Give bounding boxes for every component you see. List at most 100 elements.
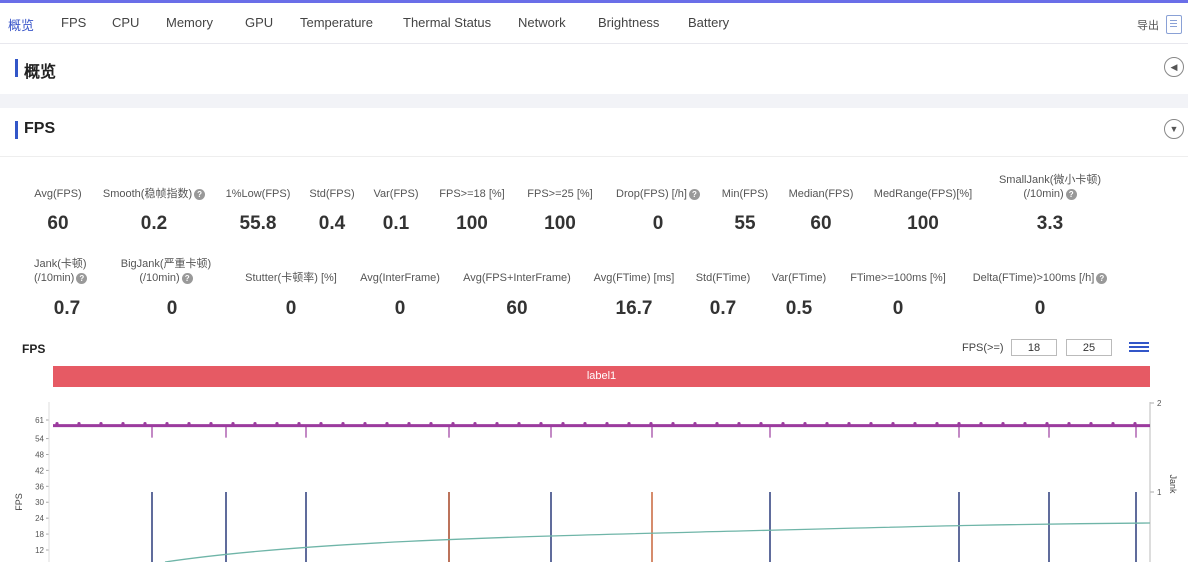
tab-brightness[interactable]: Brightness [598,15,659,30]
y-tick-label: 24 [35,514,44,523]
metric-label: Jank(卡顿) (/10min)? [34,258,88,284]
fps-point [1133,422,1137,426]
section-accent-bar [15,121,18,139]
metric-label: Std(FTime) [695,272,751,284]
fps-point [55,422,59,426]
metric-value: 0 [892,298,904,319]
fps-point [1067,422,1071,426]
y-tick-label: 18 [35,530,44,539]
fps-point [1111,422,1115,426]
metric-label: Std(FPS) [309,188,355,200]
tab-temperature[interactable]: Temperature [300,15,373,30]
fps-point [1089,422,1093,426]
metric-label: FPS>=18 [%] [439,188,505,200]
fps-point [803,422,807,426]
fps-point [187,422,191,426]
metric-label: Avg(InterFrame) [360,272,440,284]
metric-value: 0.2 [140,213,168,234]
metric-label: Drop(FPS) [/h]? [608,187,708,201]
fps-point [847,422,851,426]
metric-value: 100 [544,213,576,234]
fps-point [649,422,653,426]
fps-point [165,422,169,426]
fps-point [781,422,785,426]
metric-value: 60 [47,213,69,234]
metric-label: Avg(FPS) [34,188,82,200]
fps-section-title: FPS [24,120,56,137]
help-icon[interactable]: ? [194,188,206,200]
fps-point [319,422,323,426]
chevron-left-icon[interactable]: ◀ [1164,57,1184,77]
metric-value: 0 [1034,298,1046,319]
fps-point [957,422,961,426]
apply-threshold-icon[interactable] [1129,342,1149,353]
help-icon[interactable]: ? [1096,272,1108,284]
fps-point [561,422,565,426]
metric-label: SmallJank(微小卡顿) (/10min)? [998,174,1102,200]
metric-value: 0 [394,298,406,319]
fps-point [121,422,125,426]
fps-point [99,422,103,426]
metric-label: Smooth(稳帧指数)? [96,187,212,201]
fps-point [275,422,279,426]
threshold-high-input[interactable]: 25 [1066,339,1112,356]
metric-label: Min(FPS) [721,188,769,200]
fps-point [253,422,257,426]
fps-chart: 61 54 48 42 36 30 24 18 12 2 1 FPS Jank [14,399,1178,562]
fps-point [429,422,433,426]
export-button[interactable]: 导出 [1137,17,1159,33]
metric-value: 60 [506,298,528,319]
y-tick-label: 48 [35,450,44,459]
export-file-icon[interactable] [1166,15,1182,34]
fps-point [825,422,829,426]
fps-point [363,422,367,426]
metric-label: Var(FPS) [373,188,419,200]
fps-point [143,422,147,426]
overview-title: 概览 [24,64,57,81]
y2-tick-label: 1 [1157,488,1162,497]
metric-value: 0 [285,298,297,319]
metric-label: Var(FTime) [771,272,827,284]
metric-value: 0 [652,213,664,234]
tab-fps[interactable]: FPS [61,15,86,30]
metric-label: FPS>=25 [%] [527,188,593,200]
help-icon[interactable]: ? [181,272,193,284]
metric-value: 0.7 [53,298,81,319]
tab-gpu[interactable]: GPU [245,15,273,30]
tab-overview[interactable]: 概览 [8,15,34,34]
chart-title: FPS [22,342,46,356]
label-band: label1 [53,366,1150,387]
metric-value: 100 [907,213,939,234]
fps-point [605,422,609,426]
metric-value: 55 [734,213,756,234]
y-tick-label: 36 [35,482,44,491]
fps-point [77,422,81,426]
fps-point [583,422,587,426]
threshold-low-input[interactable]: 18 [1011,339,1057,356]
fps-point [1023,422,1027,426]
y2-tick-label: 2 [1157,399,1162,408]
metric-value: 3.3 [1036,213,1064,234]
tab-thermal-status[interactable]: Thermal Status [403,15,491,30]
metric-value: 60 [810,213,832,234]
tab-battery[interactable]: Battery [688,15,729,30]
fps-point [209,422,213,426]
metric-label: MedRange(FPS)[%] [873,188,973,200]
fps-point [517,422,521,426]
fps-point [913,422,917,426]
tab-memory[interactable]: Memory [166,15,213,30]
fps-point [473,422,477,426]
help-icon[interactable]: ? [688,188,700,200]
tab-network[interactable]: Network [518,15,566,30]
chevron-down-icon[interactable]: ▼ [1164,119,1184,139]
help-icon[interactable]: ? [1065,188,1077,200]
metric-label: BigJank(严重卡顿) (/10min)? [120,258,212,284]
metric-value: 0.4 [318,213,346,234]
y-tick-label: 42 [35,466,44,475]
top-nav: 概览 FPS CPU Memory GPU Temperature Therma… [0,0,1188,44]
help-icon[interactable]: ? [76,272,88,284]
tab-cpu[interactable]: CPU [112,15,139,30]
section-divider [0,94,1188,108]
fps-point [407,422,411,426]
y-tick-label: 61 [35,416,44,425]
